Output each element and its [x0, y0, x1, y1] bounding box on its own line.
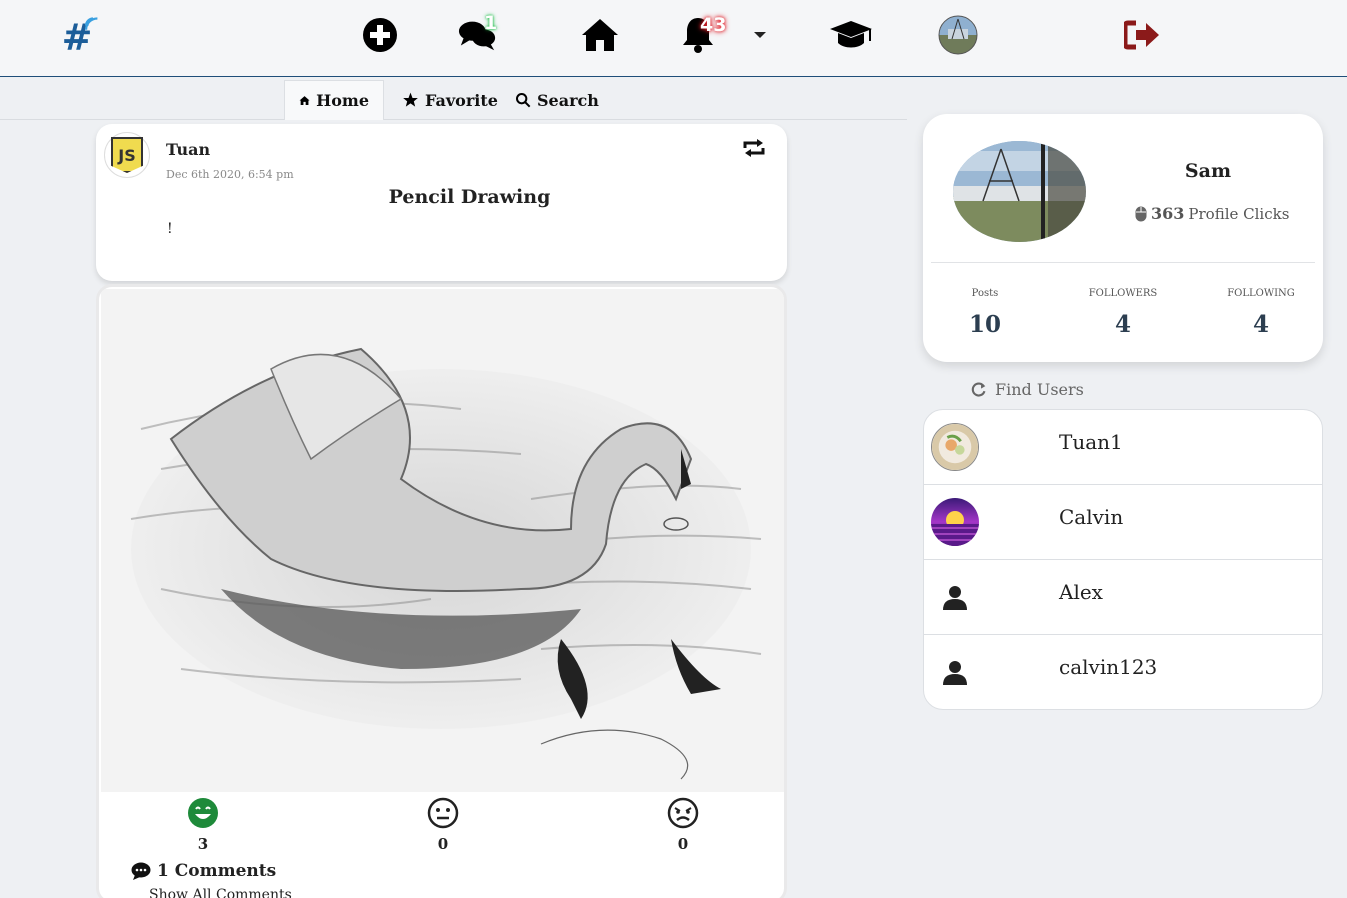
profile-name: Sam	[1184, 160, 1232, 182]
tab-label: Favorite	[425, 90, 498, 110]
app-logo-icon[interactable]: #	[60, 14, 100, 58]
reaction-happy[interactable]: 3	[183, 797, 223, 853]
search-icon	[516, 93, 531, 108]
user-placeholder-icon	[943, 586, 967, 610]
stat-label: FOLLOWERS	[1088, 288, 1158, 299]
find-users-label: Find Users	[995, 380, 1084, 399]
users-list: Tuan1 Calvin Alex calvin123	[923, 409, 1323, 710]
profile-clicks-count: 363	[1151, 204, 1185, 223]
logout-icon[interactable]	[1122, 14, 1162, 56]
neutral-face-icon	[427, 797, 459, 829]
home-icon	[299, 96, 310, 105]
tab-label: Home	[316, 91, 369, 110]
post-header-card: JS Tuan Dec 6th 2020, 6:54 pm Pencil Dra…	[96, 124, 787, 281]
user-name: Alex	[1059, 580, 1103, 604]
post-body: !	[167, 221, 173, 237]
tab-search[interactable]: Search	[501, 80, 613, 120]
user-avatar	[931, 498, 979, 546]
user-name: Tuan1	[1059, 430, 1123, 454]
stat-label: FOLLOWING	[1227, 288, 1295, 299]
show-all-comments-link[interactable]: Show All Comments	[149, 887, 292, 898]
tab-favorite[interactable]: Favorite	[388, 80, 512, 120]
graduation-cap-icon[interactable]	[828, 14, 874, 56]
tab-home[interactable]: Home	[284, 80, 384, 120]
add-post-icon[interactable]	[360, 14, 400, 56]
messages-badge: 1	[484, 12, 498, 34]
list-item[interactable]: Alex	[924, 560, 1322, 635]
stat-posts[interactable]: Posts 10	[940, 288, 1030, 338]
home-icon[interactable]	[580, 14, 620, 56]
stat-value: 4	[1114, 311, 1131, 338]
js-logo-icon: JS	[111, 137, 143, 173]
stat-followers[interactable]: FOLLOWERS 4	[1078, 288, 1168, 338]
list-item[interactable]: calvin123	[924, 635, 1322, 709]
author-avatar[interactable]: JS	[104, 132, 150, 178]
post-title: Pencil Drawing	[388, 186, 551, 208]
comment-dots-icon	[131, 862, 151, 880]
angry-face-icon	[667, 797, 699, 829]
list-item[interactable]: Calvin	[924, 485, 1322, 560]
reaction-neutral[interactable]: 0	[423, 797, 463, 853]
comments-label: 1 Comments	[157, 861, 277, 881]
profile-clicks-label: Profile Clicks	[1188, 204, 1290, 223]
user-avatar	[931, 573, 979, 621]
user-avatar-nav[interactable]	[938, 14, 978, 56]
stat-value: 4	[1252, 311, 1269, 338]
user-avatar	[931, 648, 979, 696]
profile-picture[interactable]	[953, 141, 1086, 242]
notifications-badge: 43	[700, 14, 727, 36]
tab-label: Search	[537, 90, 599, 110]
post-date: Dec 6th 2020, 6:54 pm	[166, 168, 294, 181]
notifications-dropdown-caret-icon[interactable]	[746, 14, 774, 56]
profile-clicks: 363 Profile Clicks	[1135, 204, 1289, 223]
post-author-name[interactable]: Tuan	[166, 140, 210, 159]
top-navbar: # 1 43	[0, 0, 1347, 77]
reaction-angry[interactable]: 0	[663, 797, 703, 853]
reaction-count: 0	[437, 835, 449, 853]
list-item[interactable]: Tuan1	[924, 410, 1322, 485]
stat-value: 10	[968, 311, 1001, 338]
refresh-icon	[971, 382, 986, 397]
user-avatar	[931, 423, 979, 471]
reaction-count: 3	[197, 835, 209, 853]
comments-count[interactable]: 1 Comments	[131, 861, 276, 881]
star-icon	[403, 92, 418, 107]
stat-label: Posts	[971, 288, 999, 299]
reaction-count: 0	[677, 835, 689, 853]
notifications-icon[interactable]: 43	[678, 14, 726, 56]
find-users-button[interactable]: Find Users	[970, 380, 1084, 399]
mouse-icon	[1135, 206, 1147, 221]
stat-following[interactable]: FOLLOWING 4	[1216, 288, 1306, 338]
user-placeholder-icon	[943, 661, 967, 685]
user-name: calvin123	[1059, 655, 1158, 679]
user-name: Calvin	[1059, 505, 1124, 529]
profile-divider	[931, 262, 1315, 263]
profile-card: Sam 363 Profile Clicks Posts 10 FOLLOWER…	[923, 114, 1323, 362]
smile-beam-icon	[188, 798, 218, 828]
messages-icon[interactable]: 1	[458, 12, 498, 56]
post-media-card: 3 0 0 1 Comments Show All Comments	[96, 284, 787, 898]
post-image[interactable]	[101, 289, 784, 792]
repost-icon[interactable]	[741, 138, 767, 162]
